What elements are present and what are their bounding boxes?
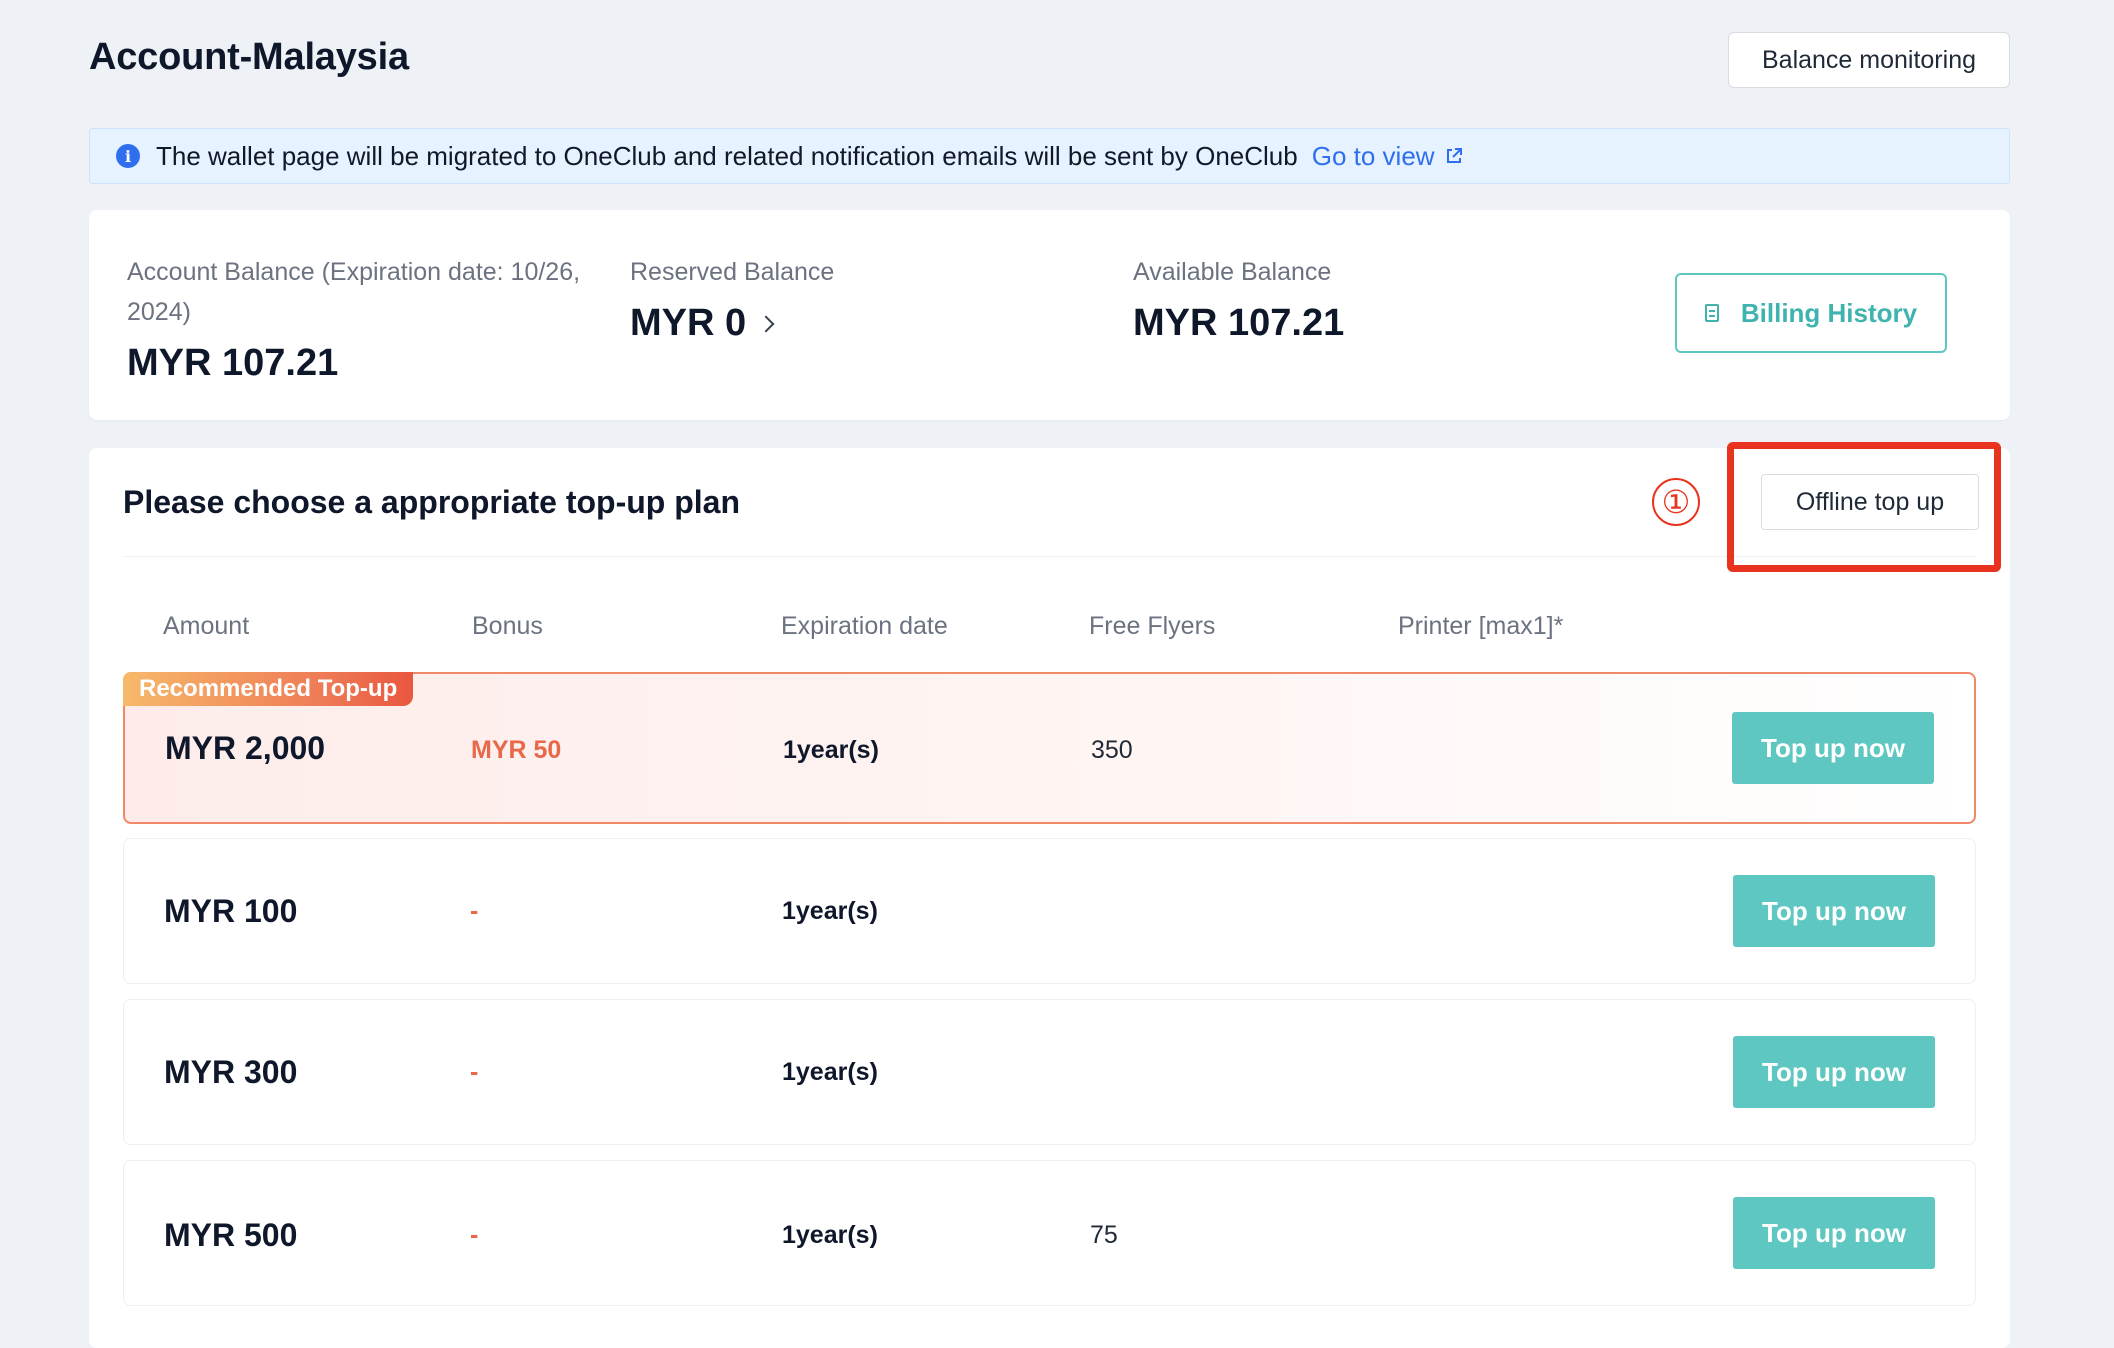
notice-message: The wallet page will be migrated to OneC… xyxy=(156,140,1298,171)
top-up-now-button[interactable]: Top up now xyxy=(1733,1036,1935,1108)
account-balance-label-line1: Account Balance (Expiration date: 10/26, xyxy=(127,258,581,286)
plan-row: MYR 100 - 1year(s) Top up now xyxy=(123,838,1976,984)
plan-amount: MYR 300 xyxy=(164,1054,298,1090)
top-up-plan-card: Please choose a appropriate top-up plan … xyxy=(89,442,2010,1348)
billing-history-button[interactable]: Billing History xyxy=(1675,273,1947,353)
annotation-step-number: ① xyxy=(1652,478,1700,526)
top-up-now-button[interactable]: Top up now xyxy=(1733,1197,1935,1269)
account-balance-value: MYR 107.21 xyxy=(127,342,339,384)
plan-bonus: - xyxy=(470,1221,479,1249)
go-to-view-link[interactable]: Go to view xyxy=(1312,141,1463,172)
plan-bonus: MYR 50 xyxy=(471,736,562,764)
account-balance-label: Account Balance (Expiration date: 10/26,… xyxy=(127,252,580,332)
page-title: Account-Malaysia xyxy=(89,36,409,78)
plan-row: MYR 500 - 1year(s) 75 Top up now xyxy=(123,1160,1976,1306)
plan-amount: MYR 100 xyxy=(164,893,298,929)
plan-amount: MYR 2,000 xyxy=(165,730,326,766)
external-link-icon xyxy=(1446,148,1462,163)
billing-history-label: Billing History xyxy=(1740,297,1918,328)
offline-top-up-button[interactable]: Offline top up xyxy=(1761,474,1979,530)
plan-section-title: Please choose a appropriate top-up plan xyxy=(123,484,741,520)
info-icon: i xyxy=(116,144,140,168)
available-balance-value: MYR 107.21 xyxy=(1133,302,1345,344)
migration-notice: i The wallet page will be migrated to On… xyxy=(89,128,2010,184)
plan-expiration: 1year(s) xyxy=(782,1058,878,1086)
recommended-badge: Recommended Top-up xyxy=(123,672,414,706)
plan-amount: MYR 500 xyxy=(164,1217,298,1253)
reserved-balance-link[interactable]: MYR 0 xyxy=(630,302,775,345)
column-header-printer: Printer [max1]* xyxy=(1398,612,1564,640)
plan-free-flyers: 75 xyxy=(1090,1221,1118,1249)
column-header-expiration: Expiration date xyxy=(781,612,948,640)
top-up-now-button[interactable]: Top up now xyxy=(1732,712,1934,784)
plan-expiration: 1year(s) xyxy=(783,736,879,764)
reserved-balance-label: Reserved Balance xyxy=(630,258,835,286)
plan-bonus: - xyxy=(470,1058,479,1086)
plan-expiration: 1year(s) xyxy=(782,1221,878,1249)
balance-card: Account Balance (Expiration date: 10/26,… xyxy=(89,210,2010,420)
balance-monitoring-button[interactable]: Balance monitoring xyxy=(1728,32,2010,88)
available-balance-label: Available Balance xyxy=(1133,258,1332,286)
plan-row: MYR 300 - 1year(s) Top up now xyxy=(123,999,1976,1145)
column-header-amount: Amount xyxy=(163,612,250,640)
top-up-now-button[interactable]: Top up now xyxy=(1733,875,1935,947)
chevron-right-icon xyxy=(757,315,775,333)
plan-bonus: - xyxy=(470,897,479,925)
plan-row-recommended: Recommended Top-up MYR 2,000 MYR 50 1yea… xyxy=(123,672,1976,824)
plan-expiration: 1year(s) xyxy=(782,897,878,925)
section-divider xyxy=(123,556,1976,557)
column-header-free-flyers: Free Flyers xyxy=(1089,612,1216,640)
go-to-view-label: Go to view xyxy=(1311,140,1435,171)
column-header-bonus: Bonus xyxy=(472,612,543,640)
plan-free-flyers: 350 xyxy=(1091,736,1133,764)
document-icon xyxy=(1704,304,1719,322)
account-balance-label-line2: 2024) xyxy=(127,298,191,326)
reserved-balance-value: MYR 0 xyxy=(630,302,747,344)
